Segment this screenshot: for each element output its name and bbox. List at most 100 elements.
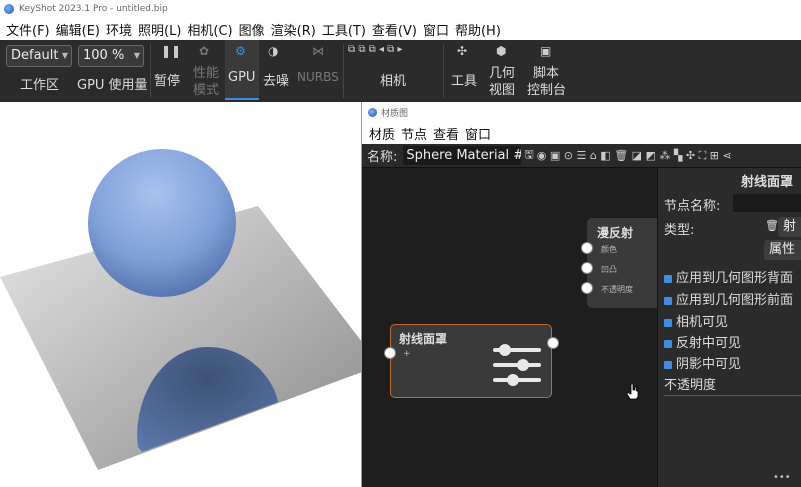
- type-label: 类型:: [664, 223, 695, 238]
- tools-button[interactable]: 工具: [451, 70, 477, 89]
- delete-icon[interactable]: 🗑: [765, 219, 779, 232]
- script-console-line2[interactable]: 控制台: [527, 79, 566, 98]
- ribbon-divider: [150, 44, 151, 98]
- backface-label: 应用到几何图形背面: [676, 271, 794, 286]
- type-dropdown[interactable]: 射线: [778, 217, 801, 237]
- menu-window[interactable]: 窗口: [420, 20, 452, 39]
- gpu-usage-dropdown[interactable]: 100 % ▼: [78, 45, 144, 67]
- menu-bar: 文件(F) 编辑(E) 环境 照明(L) 相机(C) 图像 渲染(R) 工具(T…: [0, 18, 801, 40]
- toolbar-icons[interactable]: ◉ ▣ ⊙ ☰ ⌂ ◧ 🗑 ◪ ◩ ⁂ ▚ ✣ ⛶ ⊞ ⋖: [537, 149, 732, 163]
- hand-cursor-icon: [626, 383, 639, 400]
- denoise-icon[interactable]: ◑: [268, 44, 278, 58]
- gpu-usage-label: GPU 使用量: [77, 78, 148, 93]
- menu-help[interactable]: 帮助(H): [452, 20, 504, 39]
- type-value: 射线: [783, 219, 797, 234]
- ray-mask-node[interactable]: 射线面罩 +: [384, 324, 559, 398]
- diffuse-node[interactable]: 漫反射 颜色 凹凸 不透明度: [581, 218, 662, 308]
- color-port-label: 颜色: [601, 245, 617, 254]
- menu-tools[interactable]: 工具(T): [319, 20, 369, 39]
- name-label: 名称:: [367, 150, 398, 165]
- nurbs-icon[interactable]: ⋈: [312, 44, 324, 58]
- diffuse-node-title: 漫反射: [597, 226, 634, 240]
- opacity-label: 不透明度: [664, 378, 717, 393]
- backface-checkbox[interactable]: 应用到几何图形背面: [664, 267, 793, 286]
- menu-image[interactable]: 图像: [236, 20, 268, 39]
- checkbox-checked-icon: [664, 318, 672, 327]
- node-graph-canvas[interactable]: 漫反射 颜色 凹凸 不透明度 射线面罩 +: [362, 168, 662, 487]
- menu-view[interactable]: 查看: [430, 124, 462, 143]
- pause-icon[interactable]: ❚❚: [161, 44, 181, 58]
- frontface-checkbox[interactable]: 应用到几何图形前面: [664, 289, 793, 308]
- nurbs-button[interactable]: NURBS: [297, 70, 339, 84]
- chevron-down-icon: ▼: [133, 51, 140, 60]
- material-toolbar: 名称: Sphere Material #1 🖫 ◉ ▣ ⊙ ☰ ⌂ ◧ 🗑 ◪…: [362, 144, 801, 168]
- ray-mask-input-port[interactable]: [384, 347, 396, 359]
- window-title: KeyShot 2023.1 Pro - untitled.bip: [19, 4, 168, 14]
- reflection-visible-checkbox[interactable]: 反射中可见: [664, 332, 741, 351]
- sliders-icon: [493, 344, 541, 386]
- ribbon-divider: [343, 44, 344, 98]
- geometry-view-icon[interactable]: ⬢: [496, 44, 506, 58]
- checkbox-checked-icon: [664, 296, 672, 305]
- gpu-button[interactable]: GPU: [228, 70, 255, 85]
- node-name-label: 节点名称:: [664, 199, 721, 214]
- camera-visible-checkbox[interactable]: 相机可见: [664, 311, 728, 330]
- tools-icon[interactable]: ✣: [457, 44, 467, 58]
- workspace-label: 工作区: [20, 78, 60, 93]
- more-options-icon[interactable]: •••: [773, 472, 791, 483]
- ray-mask-node-title: 射线面罩: [399, 332, 448, 346]
- ribbon-divider: [443, 44, 444, 98]
- frontface-label: 应用到几何图形前面: [676, 293, 794, 308]
- shadow-visible-checkbox[interactable]: 阴影中可见: [664, 353, 741, 372]
- workspace-dropdown[interactable]: Default ▼: [6, 45, 72, 67]
- add-port-label[interactable]: +: [403, 349, 411, 359]
- render-viewport[interactable]: [0, 102, 362, 487]
- performance-mode-line2[interactable]: 模式: [193, 79, 219, 98]
- scene-render: [0, 149, 362, 470]
- properties-button[interactable]: 属性: [764, 240, 801, 260]
- opacity-port-label: 不透明度: [601, 285, 633, 294]
- script-console-icon[interactable]: ▣: [540, 44, 551, 58]
- menu-render[interactable]: 渲染(R): [268, 20, 319, 39]
- pause-button[interactable]: 暂停: [154, 70, 180, 89]
- properties-header: 射线面罩: [741, 175, 794, 190]
- gpu-usage-value: 100 %: [83, 48, 125, 63]
- material-graph-window: 材质图 材质 节点 查看 窗口 名称: Sphere Material #1 🖫…: [361, 102, 801, 487]
- menu-window[interactable]: 窗口: [462, 124, 494, 143]
- performance-mode-icon[interactable]: ✿: [199, 44, 209, 58]
- checkbox-checked-icon: [664, 274, 672, 283]
- geometry-view-line2[interactable]: 视图: [489, 79, 515, 98]
- menu-material[interactable]: 材质: [366, 124, 398, 143]
- node-properties-panel: 射线面罩 节点名称: 类型: 🗑 射线 属性 应用到几何图形背面 应用到几何图形…: [657, 168, 801, 487]
- keyshot-logo-icon: [368, 107, 377, 117]
- node-name-input[interactable]: [733, 194, 801, 212]
- menu-camera[interactable]: 相机(C): [184, 20, 235, 39]
- checkbox-checked-icon: [664, 360, 672, 369]
- ribbon-toolbar: Default ▼ 工作区 100 % ▼ GPU 使用量 ❚❚ 暂停 ✿ 性能…: [0, 40, 801, 102]
- bump-input-port[interactable]: [581, 262, 593, 274]
- color-input-port[interactable]: [581, 242, 593, 254]
- menu-view[interactable]: 查看(V): [369, 20, 420, 39]
- menu-edit[interactable]: 编辑(E): [53, 20, 103, 39]
- title-bar: KeyShot 2023.1 Pro - untitled.bip: [0, 0, 801, 18]
- menu-lighting[interactable]: 照明(L): [135, 20, 184, 39]
- workspace-value: Default: [11, 48, 59, 63]
- keyshot-logo-icon: [4, 4, 14, 14]
- menu-file[interactable]: 文件(F): [3, 20, 53, 39]
- material-name-input[interactable]: Sphere Material #1: [403, 146, 522, 165]
- properties-button-label: 属性: [769, 242, 796, 257]
- opacity-divider: [664, 395, 801, 396]
- ray-mask-output-port[interactable]: [547, 337, 559, 349]
- gpu-chip-icon: ⚙: [235, 44, 246, 58]
- bump-port-label: 凹凸: [601, 265, 617, 274]
- menu-node[interactable]: 节点: [398, 124, 430, 143]
- camera-button[interactable]: 相机: [380, 70, 406, 89]
- opacity-input-port[interactable]: [581, 282, 593, 294]
- denoise-button[interactable]: 去噪: [263, 70, 289, 89]
- material-window-title: 材质图: [381, 108, 409, 119]
- material-window-titlebar: 材质图: [362, 102, 801, 122]
- menu-environment[interactable]: 环境: [103, 20, 135, 39]
- save-icon[interactable]: 🖫: [524, 146, 533, 165]
- shadow-visible-label: 阴影中可见: [676, 357, 742, 372]
- camera-tools-icons[interactable]: ⧉ ⧉ ⧉ ◂ ⧉ ▸: [348, 44, 403, 55]
